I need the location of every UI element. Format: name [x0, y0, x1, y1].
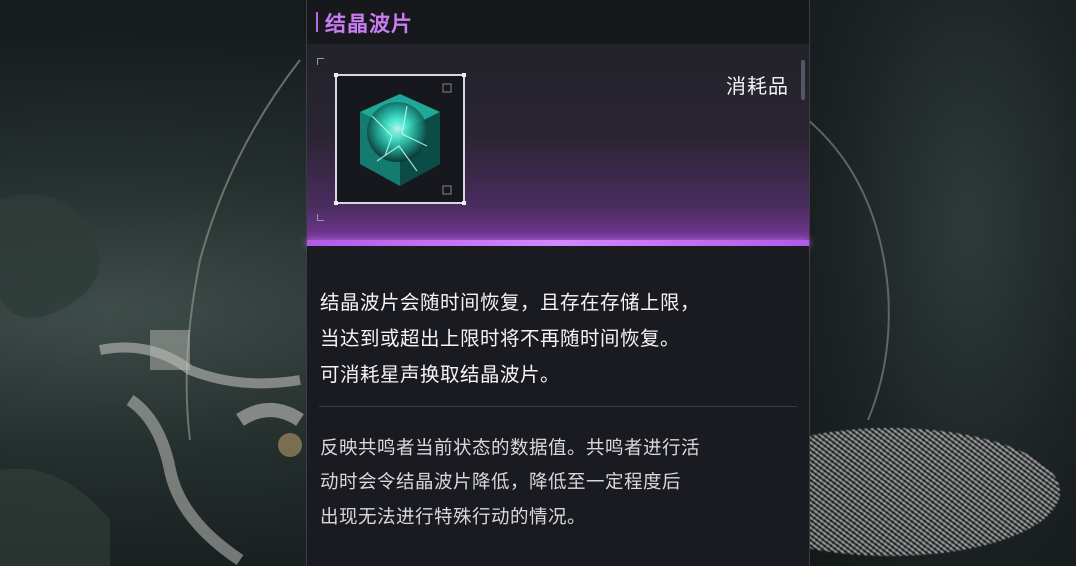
- lore-line: 反映共鸣者当前状态的数据值。共鸣者进行活: [320, 438, 701, 459]
- description-line: 当达到或超出上限时将不再随时间恢复。: [320, 327, 681, 350]
- frame-corner-tl: [317, 58, 324, 65]
- world-map-background: [0, 59, 304, 566]
- section-divider: [319, 406, 797, 407]
- item-name: 结晶波片: [325, 12, 413, 36]
- item-icon-frame: [334, 73, 466, 205]
- lore-line: 动时会令结晶波片降低，降低至一定程度后: [320, 472, 682, 493]
- item-detail-panel: 结晶波片 消耗品 结晶波片会随时间恢复，且存在存储上限， 当达到或超出上限时将不…: [306, 0, 810, 566]
- header-scrollbar[interactable]: [801, 60, 805, 100]
- crystal-cube-icon: [360, 83, 452, 195]
- lore-line: 出现无法进行特殊行动的情况。: [320, 507, 587, 528]
- title-accent: [316, 12, 318, 32]
- description-line: 可消耗星声换取结晶波片。: [320, 363, 561, 386]
- title-bar: 结晶波片: [307, 0, 809, 44]
- game-scene: 结晶波片 消耗品 结晶波片会随时间恢复，且存在存储上限， 当达到或超出上限时将不…: [0, 0, 1076, 566]
- frame-corner-bl: [317, 214, 324, 221]
- item-type-label: 消耗品: [726, 74, 789, 98]
- description-line: 结晶波片会随时间恢复，且存在存储上限，: [320, 291, 701, 314]
